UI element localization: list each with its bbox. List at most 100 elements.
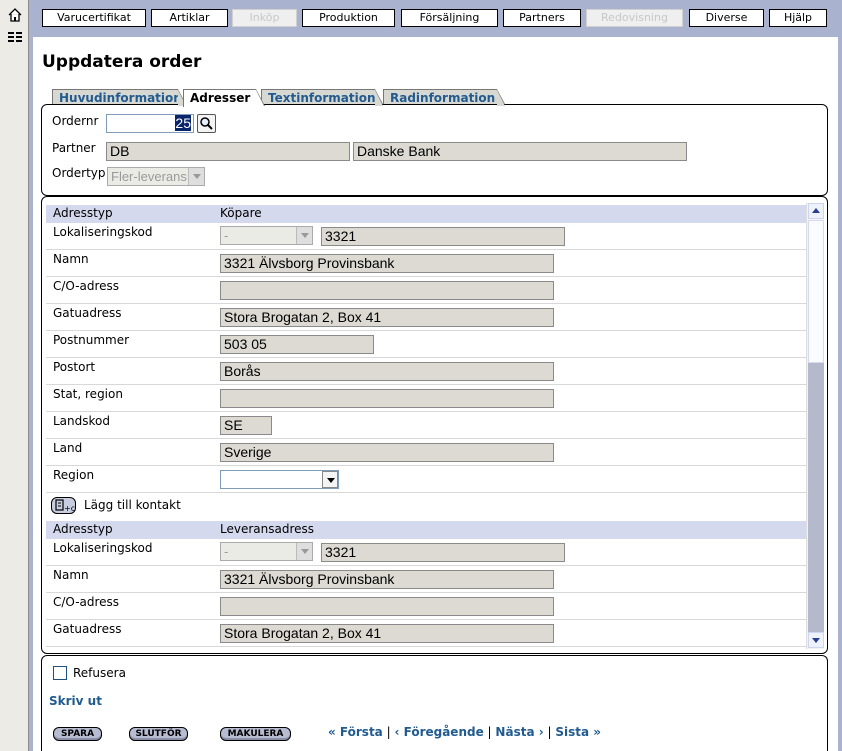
scroll-down-icon[interactable]	[808, 632, 824, 648]
lokaliseringskod-field: 3321	[321, 227, 565, 246]
nav-forsaljning[interactable]: Försäljning	[401, 9, 498, 27]
co-label: C/O-adress	[53, 279, 120, 293]
landskod-label: Landskod	[53, 414, 110, 428]
lokaliseringskod-select: -	[220, 542, 313, 561]
pager-first-link[interactable]: « Första	[328, 725, 383, 739]
void-button[interactable]: MAKULERA	[220, 727, 291, 741]
postnummer-row-buyer: Postnummer 503 05	[46, 331, 812, 358]
pager: « Första | ‹ Föregående | Nästa › | Sist…	[328, 725, 601, 739]
pager-separator: |	[386, 725, 391, 739]
pager-separator: |	[547, 725, 552, 739]
co-label: C/O-adress	[53, 595, 120, 609]
page-title: Uppdatera order	[42, 52, 202, 72]
land-field: Sverige	[220, 443, 554, 462]
nav-inkop: Inköp	[232, 9, 297, 27]
list-icon[interactable]	[7, 30, 23, 46]
lokaliseringskod-select-value: -	[224, 544, 229, 559]
co-row-buyer: C/O-adress	[46, 277, 812, 304]
order-header-panel: Ordernr 25 Partner DB Danske Bank Ordert…	[41, 104, 828, 196]
tab-label: Adresser	[190, 91, 251, 105]
save-button[interactable]: SPARA	[53, 727, 102, 741]
ordertyp-select: Fler-leverans	[107, 167, 205, 186]
lokaliseringskod-field: 3321	[321, 543, 565, 562]
namn-row-delivery: Namn 3321 Älvsborg Provinsbank	[46, 566, 812, 593]
pager-next-link[interactable]: Nästa ›	[495, 725, 543, 739]
nav-redovisning: Redovisning	[586, 9, 683, 27]
region-row-buyer: Region	[46, 466, 812, 493]
left-toolbar	[0, 0, 29, 751]
address-scroll-area[interactable]: Adresstyp Köpare Lokaliseringskod - 3321…	[46, 201, 833, 649]
namn-label: Namn	[53, 568, 89, 582]
land-row-buyer: Land Sverige	[46, 439, 812, 466]
stat-field	[220, 389, 554, 408]
print-link[interactable]: Skriv ut	[49, 694, 102, 708]
scroll-thumb[interactable]	[808, 220, 824, 363]
nav-varucertifikat[interactable]: Varucertifikat	[42, 9, 146, 27]
chevron-down-icon	[296, 543, 312, 560]
adresstyp-label: Adresstyp	[53, 522, 113, 536]
nav-hjalp[interactable]: Hjälp	[769, 9, 827, 27]
gatuadress-row-buyer: Gatuadress Stora Brogatan 2, Box 41	[46, 304, 812, 331]
chevron-down-icon	[296, 227, 312, 244]
chevron-down-icon	[188, 168, 204, 185]
landskod-field: SE	[220, 416, 272, 435]
lokaliseringskod-row-buyer: Lokaliseringskod - 3321	[46, 223, 812, 250]
scroll-up-icon[interactable]	[808, 203, 824, 219]
ordertyp-label: Ordertyp	[52, 166, 106, 180]
adresstyp-label: Adresstyp	[53, 206, 113, 220]
nav-diverse[interactable]: Diverse	[689, 9, 764, 27]
scroll-track[interactable]	[808, 363, 824, 634]
namn-field: 3321 Älvsborg Provinsbank	[220, 570, 554, 589]
ordernr-label: Ordernr	[52, 114, 99, 128]
add-contact-icon[interactable]: +c	[51, 497, 76, 514]
co-field	[220, 597, 554, 616]
refusera-label: Refusera	[73, 666, 126, 680]
postort-label: Postort	[53, 360, 96, 374]
co-row-delivery: C/O-adress	[46, 593, 812, 620]
pager-last-link[interactable]: Sista »	[555, 725, 601, 739]
namn-field: 3321 Älvsborg Provinsbank	[220, 254, 554, 273]
nav-partners[interactable]: Partners	[503, 9, 581, 27]
main-content: Uppdatera order Huvudinformation Adresse…	[33, 37, 838, 751]
tab-label: Radinformation	[390, 91, 496, 105]
ordernr-input[interactable]: 25	[106, 114, 194, 133]
finish-button[interactable]: SLUTFÖR	[129, 727, 188, 741]
postort-field: Borås	[220, 362, 554, 381]
lokaliseringskod-row-delivery: Lokaliseringskod - 3321	[46, 539, 812, 566]
gatuadress-field: Stora Brogatan 2, Box 41	[220, 624, 554, 643]
gatuadress-label: Gatuadress	[53, 306, 122, 320]
refusera-checkbox[interactable]	[53, 666, 67, 680]
home-icon[interactable]	[7, 7, 23, 23]
gatuadress-label: Gatuadress	[53, 622, 122, 636]
address-scrollbar[interactable]	[806, 203, 824, 649]
region-select[interactable]	[220, 470, 339, 489]
add-contact-row: +c Lägg till kontakt	[46, 493, 812, 517]
lokaliseringskod-select-value: -	[224, 228, 229, 243]
stat-row-buyer: Stat, region	[46, 385, 812, 412]
lokaliseringskod-label: Lokaliseringskod	[53, 541, 153, 555]
pager-separator: |	[487, 725, 492, 739]
add-contact-label[interactable]: Lägg till kontakt	[84, 498, 181, 512]
tab-label: Textinformation	[268, 91, 376, 105]
search-icon[interactable]	[197, 114, 216, 133]
nav-produktion[interactable]: Produktion	[302, 9, 395, 27]
ordertyp-value: Fler-leverans	[111, 169, 187, 184]
nav-artiklar[interactable]: Artiklar	[151, 9, 228, 27]
chevron-down-icon	[322, 471, 338, 488]
pager-prev-link[interactable]: ‹ Föregående	[394, 725, 483, 739]
region-label: Region	[53, 468, 95, 482]
partner-code-field: DB	[106, 142, 350, 161]
postnummer-label: Postnummer	[53, 333, 130, 347]
landskod-row-buyer: Landskod SE	[46, 412, 812, 439]
partner-label: Partner	[52, 141, 96, 155]
co-field	[220, 281, 554, 300]
svg-text:+c: +c	[64, 504, 75, 513]
namn-label: Namn	[53, 252, 89, 266]
adresstyp-value: Köpare	[220, 206, 262, 220]
ordernr-value: 25	[175, 115, 191, 131]
stat-label: Stat, region	[53, 387, 123, 401]
tab-adresser[interactable]: Adresser	[183, 89, 265, 107]
address-type-row-buyer: Adresstyp Köpare	[46, 205, 812, 223]
gatuadress-row-delivery: Gatuadress Stora Brogatan 2, Box 41	[46, 620, 812, 647]
land-label: Land	[53, 441, 83, 455]
